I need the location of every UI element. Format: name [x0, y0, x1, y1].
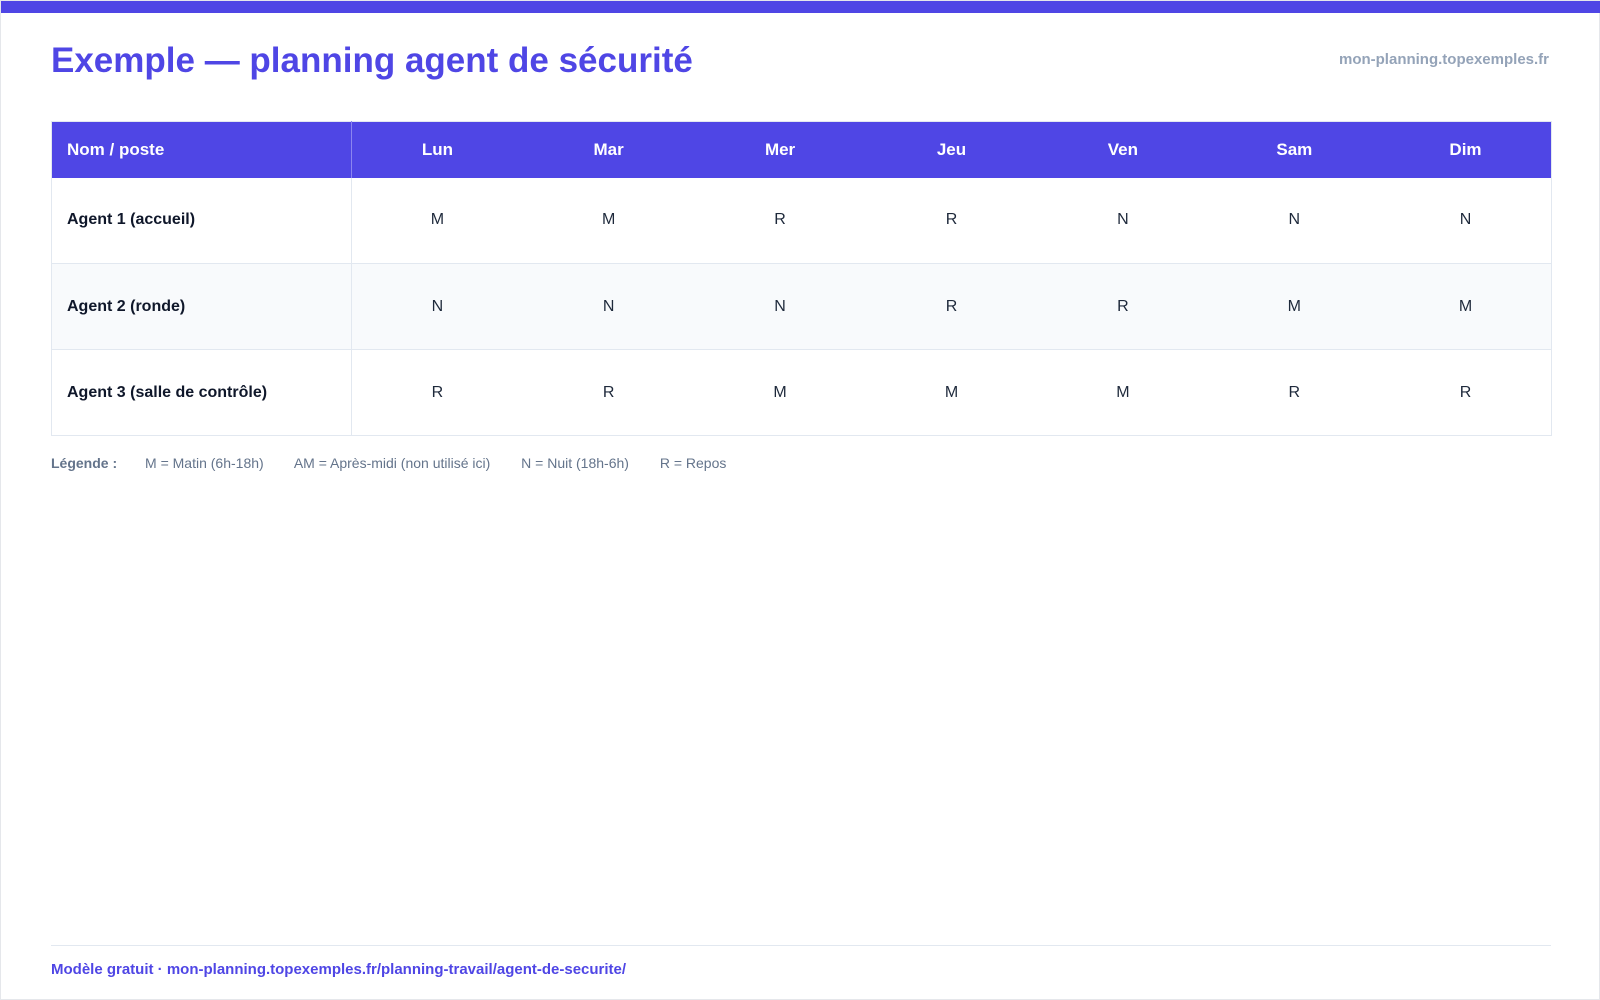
shift-cell: N [522, 263, 695, 350]
footer-divider [51, 945, 1551, 946]
column-header-name: Nom / poste [51, 121, 352, 178]
site-domain: mon-planning.topexemples.fr [1338, 51, 1549, 68]
legend-item: R = Repos [659, 455, 727, 471]
agent-name-cell: Agent 2 (ronde) [51, 263, 352, 350]
legend-title: Légende : [51, 455, 118, 471]
shift-cell: R [1208, 349, 1381, 436]
legend: Légende : M = Matin (6h-18h) AM = Après-… [51, 455, 753, 471]
shift-cell: R [865, 263, 1038, 350]
schedule-table: Nom / poste Lun Mar Mer Jeu Ven Sam Dim … [51, 121, 1552, 436]
shift-cell: R [1037, 263, 1209, 350]
column-header-day: Mar [522, 121, 695, 178]
legend-item: N = Nuit (18h-6h) [521, 455, 629, 471]
shift-cell: M [865, 349, 1038, 436]
legend-item: M = Matin (6h-18h) [145, 455, 264, 471]
table-row: Agent 2 (ronde) N N N R R M M [51, 263, 1552, 350]
shift-cell: N [1459, 211, 1472, 229]
column-header-day: Mer [694, 121, 866, 178]
shift-cell: N [694, 263, 866, 350]
shift-cell: M [1208, 263, 1381, 350]
column-header-day: Lun [351, 121, 523, 178]
shift-cell: R [774, 211, 786, 229]
shift-cell: R [351, 349, 523, 436]
column-header-day: Ven [1037, 121, 1209, 178]
page-title: Exemple — planning agent de sécurité [51, 41, 693, 80]
column-header-day: Jeu [865, 121, 1038, 178]
legend-item: AM = Après-midi (non utilisé ici) [293, 455, 491, 471]
top-accent-bar [1, 1, 1600, 13]
header: Exemple — planning agent de sécurité mon… [51, 41, 1549, 91]
shift-cell: M [1037, 349, 1209, 436]
column-header-day: Dim [1380, 121, 1552, 178]
shift-cell: R [945, 211, 958, 229]
page-frame: Exemple — planning agent de sécurité mon… [0, 0, 1600, 1000]
shift-cell: R [1380, 349, 1552, 436]
shift-cell: N [351, 263, 523, 350]
shift-cell: M [694, 349, 866, 436]
footer-link[interactable]: Modèle gratuit · mon-planning.topexemple… [51, 961, 626, 978]
shift-cell: M [601, 211, 616, 229]
table-header-row: Nom / poste Lun Mar Mer Jeu Ven Sam Dim [51, 121, 1552, 178]
agent-name-cell: Agent 1 (accueil) [51, 177, 352, 264]
shift-cell: M [1380, 263, 1552, 350]
shift-cell: N [1117, 211, 1129, 229]
column-header-day: Sam [1208, 121, 1381, 178]
shift-cell: N [1288, 211, 1301, 229]
agent-name-cell: Agent 3 (salle de contrôle) [51, 349, 352, 436]
shift-cell: M [430, 211, 445, 229]
table-row: Agent 1 (accueil) M M R R N N N [51, 177, 1552, 264]
table-row: Agent 3 (salle de contrôle) R R M M M R … [51, 349, 1552, 436]
shift-cell: R [522, 349, 695, 436]
